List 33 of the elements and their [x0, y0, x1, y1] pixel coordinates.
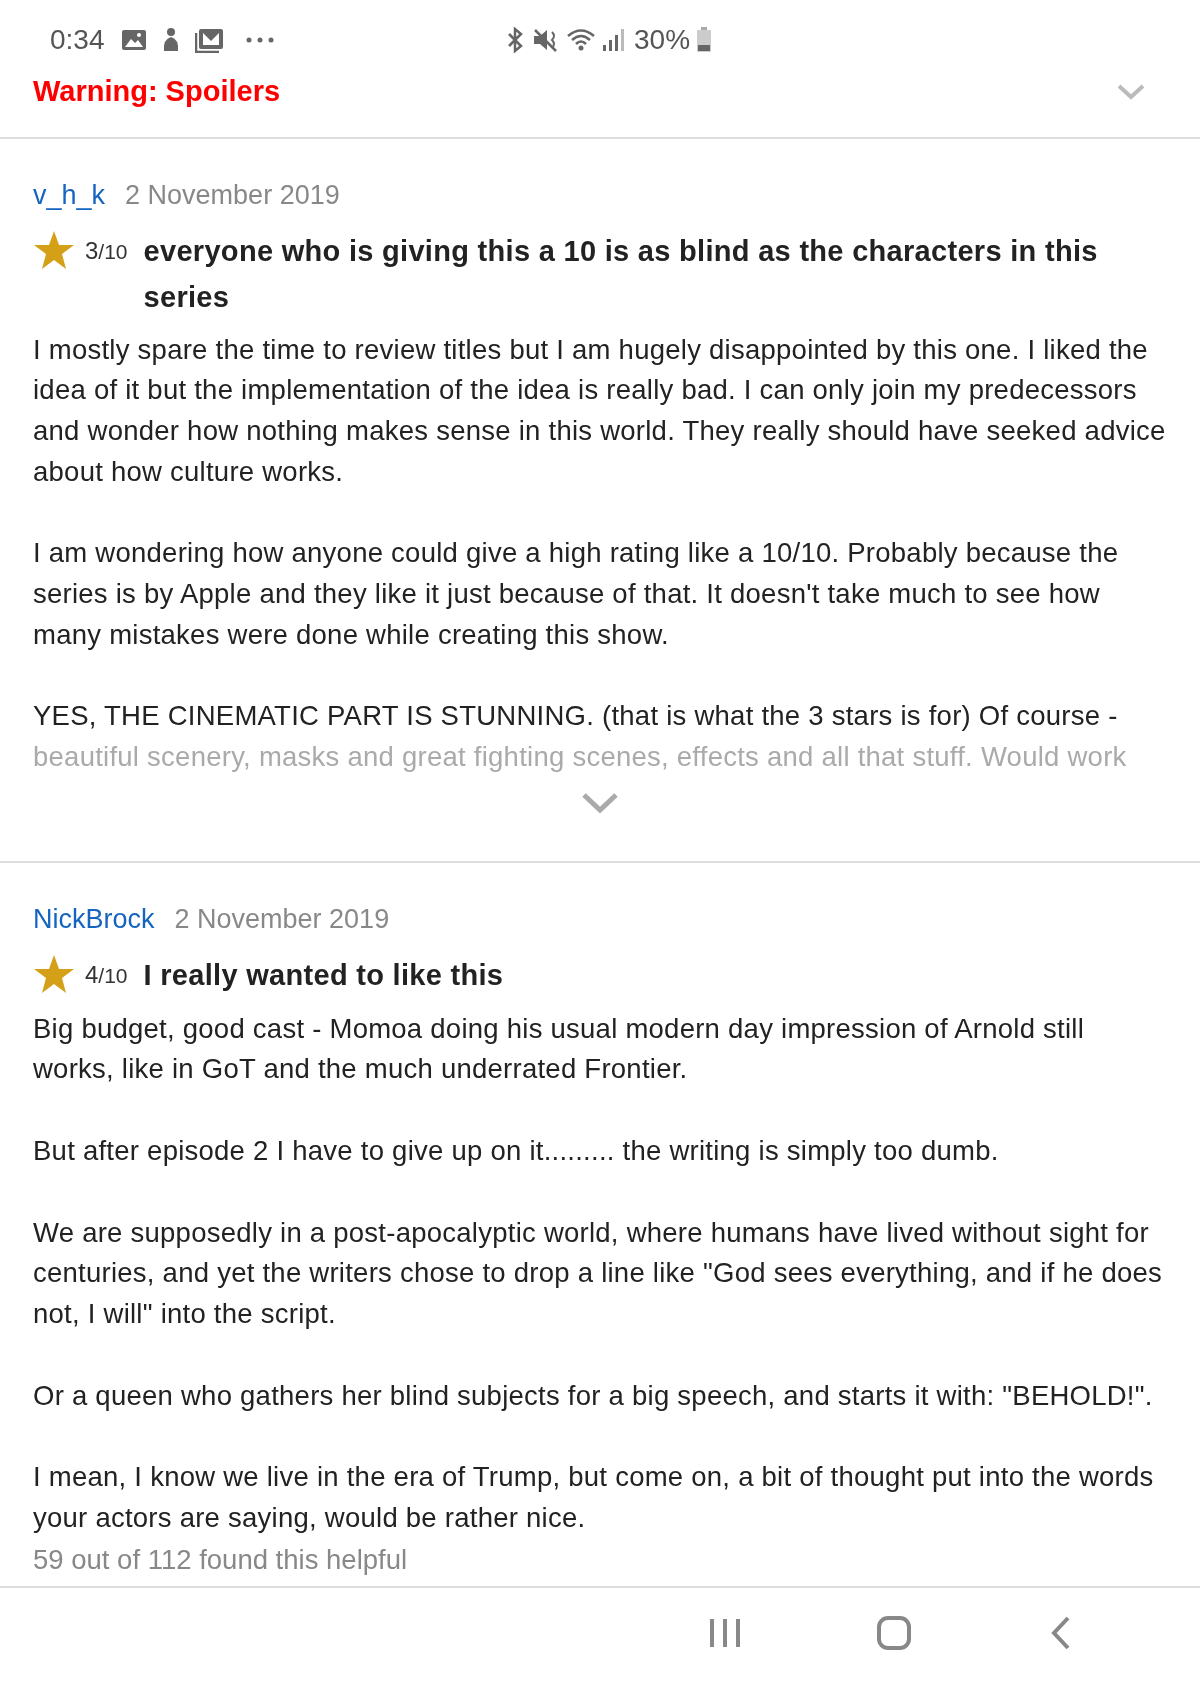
review-date: 2 November 2019 [125, 179, 340, 212]
signal-icon [602, 27, 624, 53]
author-link[interactable]: NickBrock [33, 899, 155, 940]
review-title: everyone who is giving this a 10 is as blind as the characters in this series [143, 233, 1099, 315]
image-icon [120, 28, 147, 52]
review-paragraph: I mostly spare the time to review titles but I am hugely disappointed by this one. I liked the idea of it but the implementation of the idea is really bad. I can only join my predecessors and wonder how nothing makes sense in this world. They really should have seeked advice about how culture works. [33, 332, 1167, 489]
status-time: 0:34 [50, 23, 105, 57]
more-icon [244, 36, 275, 44]
review-paragraph: YES, THE CINEMATIC PART IS STUNNING. (that is what the 3 stars is for) Of course - [33, 699, 1119, 734]
recent-apps-icon [708, 1616, 742, 1649]
mail-icon [194, 27, 225, 53]
review-paragraph: But after episode 2 I have to give up on it......... the writing is simply too dumb. [33, 1133, 1000, 1168]
review-title: I really wanted to like this [143, 957, 504, 993]
faded-text: beautiful scenery, masks and great fighting scenes, effects and all that stuff. Would work [33, 740, 1128, 775]
rating-score: 3/10 [85, 235, 128, 266]
review-date: 2 November 2019 [174, 903, 390, 936]
review-paragraph: I am wondering how anyone could give a high rating like a 10/10. Probably because the series is by Apple and they like it just because of that. It doesn't take much to see how many mistakes were done while creating this show. [33, 536, 1120, 652]
chevron-down-icon [581, 791, 619, 814]
star-icon [33, 229, 75, 270]
rating-score: 4/10 [85, 959, 128, 990]
wifi-icon [566, 27, 596, 53]
author-link[interactable]: v_h_k [33, 175, 106, 216]
review-paragraph: I mean, I know we live in the era of Trump, but come on, a bit of thought put into the words your actors are saying, would be rather nice. [33, 1460, 1155, 1536]
chevron-down-icon [1117, 84, 1145, 100]
back-icon [1050, 1614, 1072, 1651]
battery-icon [696, 26, 713, 54]
battery-percentage: 30% [634, 23, 691, 57]
review-paragraph: Or a queen who gathers her blind subjects for a big speech, and starts it with: "BEHOLD!". [33, 1378, 1154, 1413]
star-icon [33, 953, 75, 994]
review-paragraph: We are supposedly in a post-apocalyptic world, where humans have lived without sight for centuries, and yet the writers chose to drop a line like "God sees everything, and if he does not, I will" into the script. [33, 1215, 1164, 1331]
helpful-count: 59 out of 112 found this helpful [33, 1542, 409, 1577]
review-paragraph: Big budget, good cast - Momoa doing his usual modern day impression of Arnold still works, like in GoT and the much underrated Frontier. [33, 1011, 1086, 1087]
home-icon [876, 1614, 912, 1651]
